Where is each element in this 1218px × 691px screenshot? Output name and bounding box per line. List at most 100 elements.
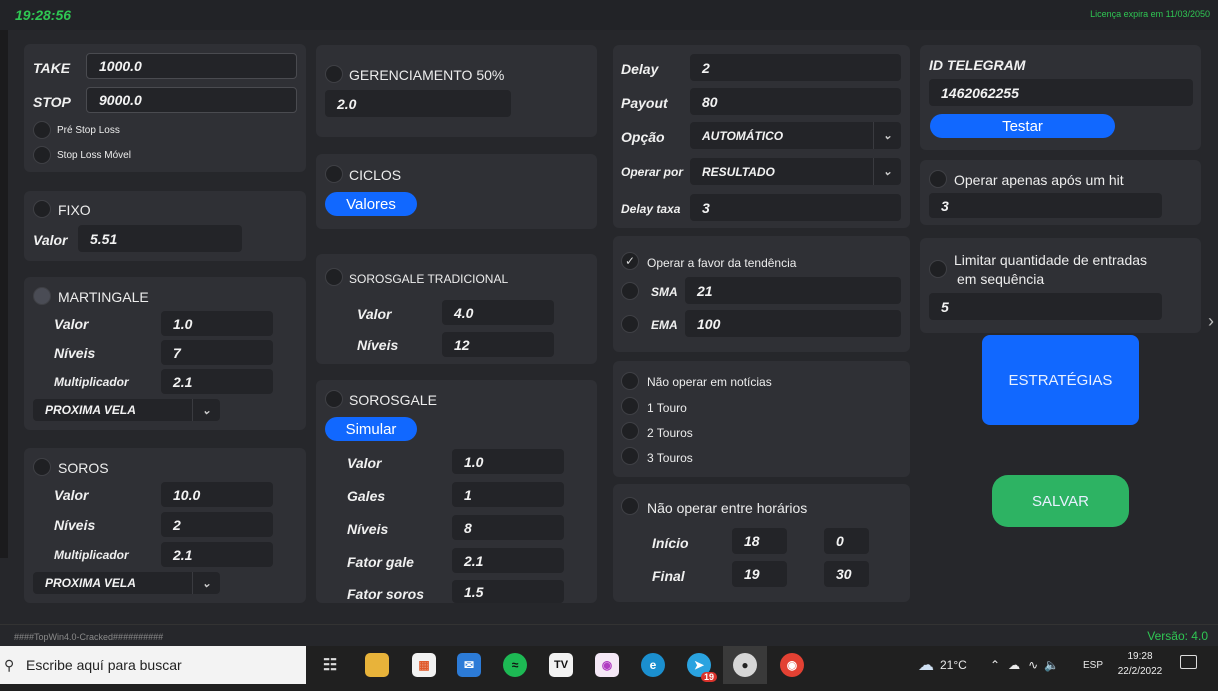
payout-input[interactable]: 80: [690, 88, 901, 115]
sorosgale-fator-gale-input[interactable]: 2.1: [452, 548, 564, 573]
chrome-icon[interactable]: ◉: [780, 653, 804, 677]
um-touro-radio[interactable]: [621, 397, 639, 415]
language-label: ESP: [1083, 659, 1104, 671]
clock: 19:28:56: [15, 7, 72, 23]
final-hora-input[interactable]: 19: [732, 561, 787, 587]
soros-valor-input[interactable]: 10.0: [161, 482, 273, 507]
gerenciamento-input[interactable]: 2.0: [325, 90, 511, 117]
telegram-id-input[interactable]: 1462062255: [929, 79, 1193, 106]
taskbar-clock[interactable]: 19:28 22/2/2022: [1112, 649, 1168, 679]
app-window: 19:28:56 Licença expira em 11/03/2050 TA…: [0, 0, 1218, 691]
tendencia-checkbox[interactable]: ✓: [621, 252, 639, 270]
ema-radio[interactable]: [621, 315, 639, 333]
edge-icon[interactable]: e: [641, 653, 665, 677]
cloud-icon: ☁: [918, 657, 934, 674]
telegram-label: ID TELEGRAM: [929, 57, 1026, 73]
soros-radio[interactable]: [33, 458, 51, 476]
valores-button[interactable]: Valores: [325, 192, 417, 216]
soros-mode-value: PROXIMA VELA: [45, 576, 136, 590]
take-input[interactable]: 1000.0: [86, 53, 297, 79]
martingale-panel: MARTINGALE Valor 1.0 Níveis 7 Multiplica…: [24, 277, 306, 430]
horarios-radio[interactable]: [621, 497, 639, 515]
task-view-icon[interactable]: ☷: [318, 653, 342, 677]
stop-input[interactable]: 9000.0: [86, 87, 297, 113]
soros-label: SOROS: [58, 460, 109, 476]
salvar-button[interactable]: SALVAR: [992, 475, 1129, 527]
soros-mult-input[interactable]: 2.1: [161, 542, 273, 567]
limitar-input[interactable]: 5: [929, 293, 1162, 320]
delay-input[interactable]: 2: [690, 54, 901, 81]
sorosgale-trad-valor-input[interactable]: 4.0: [442, 300, 554, 325]
language-indicator[interactable]: ESP: [1083, 646, 1103, 684]
simular-button[interactable]: Simular: [325, 417, 417, 441]
martingale-radio[interactable]: [33, 287, 51, 305]
tradingview-icon[interactable]: TV: [549, 653, 573, 677]
robot-app-icon[interactable]: ●: [733, 653, 757, 677]
inicio-minuto-input[interactable]: 0: [824, 528, 869, 554]
operar-por-select[interactable]: RESULTADO ⌄: [690, 158, 901, 185]
sma-input[interactable]: 21: [685, 277, 901, 304]
soros-niveis-input[interactable]: 2: [161, 512, 273, 537]
martingale-niveis-label: Níveis: [54, 345, 96, 361]
stop-loss-movel-radio[interactable]: [33, 146, 51, 164]
app-icon[interactable]: ◉: [595, 653, 619, 677]
dois-touros-label: 2 Touros: [647, 426, 693, 440]
sorosgale-valor-label: Valor: [347, 455, 382, 471]
pre-stop-loss-radio[interactable]: [33, 121, 51, 139]
config-panel: Delay 2 Payout 80 Opção AUTOMÁTICO ⌄ Ope…: [613, 45, 910, 228]
sorosgale-valor-input[interactable]: 1.0: [452, 449, 564, 474]
soros-mode-select[interactable]: PROXIMA VELA ⌄: [33, 572, 220, 594]
limitar-radio[interactable]: [929, 260, 947, 278]
weather-widget[interactable]: ☁ 21°C: [918, 646, 967, 684]
stop-loss-movel-label: Stop Loss Móvel: [57, 150, 131, 161]
sorosgale-fator-soros-input[interactable]: 1.5: [452, 580, 564, 603]
sorosgale-tradicional-radio[interactable]: [325, 268, 343, 286]
fixo-valor-input[interactable]: 5.51: [78, 225, 242, 252]
gerenciamento-radio[interactable]: [325, 65, 343, 83]
sorosgale-trad-niveis-label: Níveis: [357, 337, 399, 353]
martingale-valor-input[interactable]: 1.0: [161, 311, 273, 336]
delay-taxa-label: Delay taxa: [621, 202, 681, 216]
spotify-icon[interactable]: ≈: [503, 653, 527, 677]
ema-label: EMA: [651, 318, 678, 332]
sorosgale-radio[interactable]: [325, 390, 343, 408]
sorosgale-tradicional-panel: SOROSGALE TRADICIONAL Valor 4.0 Níveis 1…: [316, 254, 597, 364]
ema-input[interactable]: 100: [685, 310, 901, 337]
testar-button[interactable]: Testar: [930, 114, 1115, 138]
gerenciamento-label: GERENCIAMENTO 50%: [349, 67, 505, 83]
scroll-right-chevron-icon[interactable]: ›: [1208, 311, 1214, 332]
martingale-niveis-input[interactable]: 7: [161, 340, 273, 365]
ciclos-radio[interactable]: [325, 165, 343, 183]
notifications-icon[interactable]: [1180, 655, 1197, 669]
sma-radio[interactable]: [621, 282, 639, 300]
martingale-mode-value: PROXIMA VELA: [45, 403, 136, 417]
taskbar-search[interactable]: ⚲ Escribe aquí para buscar: [0, 646, 306, 684]
telegram-app-icon[interactable]: ➤ 19: [687, 653, 717, 682]
estrategias-button[interactable]: ESTRATÉGIAS: [982, 335, 1139, 425]
opcao-label: Opção: [621, 129, 665, 145]
file-explorer-icon[interactable]: [365, 653, 389, 677]
tres-touros-radio[interactable]: [621, 447, 639, 465]
store-icon[interactable]: ▦: [412, 653, 436, 677]
sorosgale-trad-niveis-input[interactable]: 12: [442, 332, 554, 357]
top-bar: 19:28:56 Licença expira em 11/03/2050: [0, 0, 1218, 30]
system-tray-icons[interactable]: ⌃ ☁ ∿ 🔈: [990, 646, 1069, 684]
opcao-select[interactable]: AUTOMÁTICO ⌄: [690, 122, 901, 149]
sorosgale-panel: SOROSGALE Simular Valor 1.0 Gales 1 Níve…: [316, 380, 597, 603]
noticias-radio[interactable]: [621, 372, 639, 390]
dois-touros-radio[interactable]: [621, 422, 639, 440]
mail-icon[interactable]: ✉: [457, 653, 481, 677]
martingale-mode-select[interactable]: PROXIMA VELA ⌄: [33, 399, 220, 421]
final-minuto-input[interactable]: 30: [824, 561, 869, 587]
delay-taxa-input[interactable]: 3: [690, 194, 901, 221]
soros-valor-label: Valor: [54, 487, 89, 503]
inicio-hora-input[interactable]: 18: [732, 528, 787, 554]
sorosgale-gales-input[interactable]: 1: [452, 482, 564, 507]
sorosgale-niveis-input[interactable]: 8: [452, 515, 564, 540]
hit-input[interactable]: 3: [929, 193, 1162, 218]
sorosgale-label: SOROSGALE: [349, 392, 437, 408]
hit-radio[interactable]: [929, 170, 947, 188]
version-text: Versão: 4.0: [1147, 629, 1208, 643]
martingale-mult-input[interactable]: 2.1: [161, 369, 273, 394]
fixo-radio[interactable]: [33, 200, 51, 218]
